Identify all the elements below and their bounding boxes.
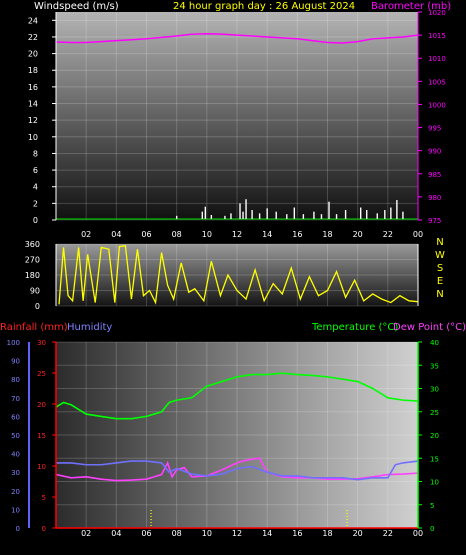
- y-tick-label-windspeed: 8: [33, 149, 38, 158]
- y-tick-label-humidity: 100: [7, 339, 20, 347]
- y-tick-label-windspeed: 20: [28, 50, 38, 59]
- y-tick-label-windspeed: 0: [33, 216, 38, 225]
- x-tick-label: 18: [322, 230, 332, 239]
- weather-charts: 0246810121416182022249759809859909951000…: [0, 1, 466, 538]
- compass-label: W: [435, 250, 445, 261]
- x-tick-label: 16: [292, 230, 302, 239]
- x-tick-label: 22: [383, 230, 393, 239]
- left-axis-title-windspeed: Windspeed (m/s): [34, 1, 119, 12]
- y-tick-label-windspeed: 2: [33, 199, 38, 208]
- right-axis-title-dewpoint: Dew Point (°C): [393, 322, 466, 333]
- y-tick-label-direction: 0: [35, 302, 40, 311]
- y-tick-label-windspeed: 6: [33, 166, 38, 175]
- left-axis-title-humidity: Humidity: [67, 322, 112, 333]
- right-axis-title-barometer: Barometer (mb): [371, 1, 451, 12]
- y-tick-label-direction: 270: [25, 256, 40, 265]
- x-tick-label: 18: [322, 529, 332, 538]
- x-tick-label: 04: [111, 230, 121, 239]
- x-tick-label: 20: [353, 230, 363, 239]
- y-tick-label-temperature: 15: [430, 455, 439, 463]
- y-tick-label-barometer: 975: [428, 217, 441, 225]
- x-tick-label: 10: [202, 529, 212, 538]
- x-tick-label: 16: [292, 529, 302, 538]
- y-tick-label-windspeed: 12: [28, 116, 38, 125]
- y-tick-label-humidity: 90: [11, 358, 20, 366]
- y-tick-label-humidity: 60: [11, 413, 20, 421]
- y-tick-label-barometer: 985: [428, 171, 441, 179]
- y-tick-label-windspeed: 22: [28, 33, 38, 42]
- y-tick-label-direction: 90: [30, 287, 40, 296]
- x-tick-label: 02: [81, 230, 91, 239]
- x-tick-label: 20: [353, 529, 363, 538]
- y-tick-label-temperature: 0: [430, 525, 434, 533]
- y-tick-label-humidity: 70: [11, 395, 20, 403]
- x-tick-label: 08: [172, 230, 182, 239]
- y-tick-label-windspeed: 16: [28, 83, 38, 92]
- compass-label: E: [437, 276, 443, 287]
- x-tick-label: 00: [413, 529, 423, 538]
- y-tick-label-direction: 180: [25, 271, 40, 280]
- y-tick-label-windspeed: 4: [33, 183, 38, 192]
- x-tick-label: 10: [202, 230, 212, 239]
- y-tick-label-humidity: 20: [11, 488, 20, 496]
- y-tick-label-barometer: 995: [428, 125, 441, 133]
- y-tick-label-temperature: 5: [430, 502, 434, 510]
- y-tick-label-humidity: 30: [11, 469, 20, 477]
- y-tick-label-humidity: 50: [11, 432, 20, 440]
- x-tick-label: 14: [262, 230, 272, 239]
- x-tick-label: 02: [81, 529, 91, 538]
- y-tick-label-rainfall: 10: [37, 463, 46, 471]
- y-tick-label-temperature: 10: [430, 479, 439, 487]
- y-tick-label-windspeed: 10: [28, 133, 38, 142]
- chart-title: 24 hour graph day : 26 August 2024: [173, 1, 355, 12]
- y-tick-label-temperature: 35: [430, 362, 439, 370]
- x-tick-label: 08: [172, 529, 182, 538]
- x-tick-label: 14: [262, 529, 272, 538]
- y-tick-label-humidity: 40: [11, 451, 20, 459]
- x-tick-label: 06: [141, 230, 151, 239]
- x-tick-label: 06: [141, 529, 151, 538]
- y-tick-label-temperature: 20: [430, 432, 439, 440]
- y-tick-label-humidity: 0: [16, 525, 20, 533]
- compass-label: N: [436, 237, 443, 248]
- x-tick-label: 04: [111, 529, 121, 538]
- compass-label: S: [437, 263, 443, 274]
- y-tick-label-windspeed: 14: [28, 100, 38, 109]
- x-tick-label: 00: [413, 230, 423, 239]
- y-tick-label-humidity: 80: [11, 376, 20, 384]
- y-tick-label-windspeed: 24: [28, 16, 38, 25]
- y-tick-label-barometer: 1005: [428, 78, 446, 86]
- x-tick-label: 12: [232, 529, 242, 538]
- y-tick-label-temperature: 25: [430, 409, 439, 417]
- y-tick-label-barometer: 990: [428, 148, 441, 156]
- right-axis-title-temperature: Temperature (°C): [311, 322, 398, 333]
- x-tick-label: 12: [232, 230, 242, 239]
- y-tick-label-barometer: 1010: [428, 55, 446, 63]
- y-tick-label-rainfall: 30: [37, 339, 46, 347]
- y-tick-label-temperature: 30: [430, 386, 439, 394]
- x-tick-label: 22: [383, 529, 393, 538]
- y-tick-label-barometer: 1015: [428, 32, 446, 40]
- y-tick-label-rainfall: 15: [37, 432, 46, 440]
- y-tick-label-rainfall: 25: [37, 370, 46, 378]
- y-tick-label-rainfall: 20: [37, 401, 46, 409]
- left-axis-title-rainfall: Rainfall (mm): [0, 322, 68, 333]
- y-tick-label-barometer: 1000: [428, 101, 446, 109]
- y-tick-label-rainfall: 0: [42, 525, 46, 533]
- y-tick-label-temperature: 40: [430, 339, 439, 347]
- y-tick-label-humidity: 10: [11, 506, 20, 514]
- y-tick-label-barometer: 980: [428, 194, 441, 202]
- y-tick-label-direction: 360: [25, 240, 40, 249]
- compass-label: N: [436, 289, 443, 300]
- y-tick-label-rainfall: 5: [42, 494, 46, 502]
- y-tick-label-windspeed: 18: [28, 66, 38, 75]
